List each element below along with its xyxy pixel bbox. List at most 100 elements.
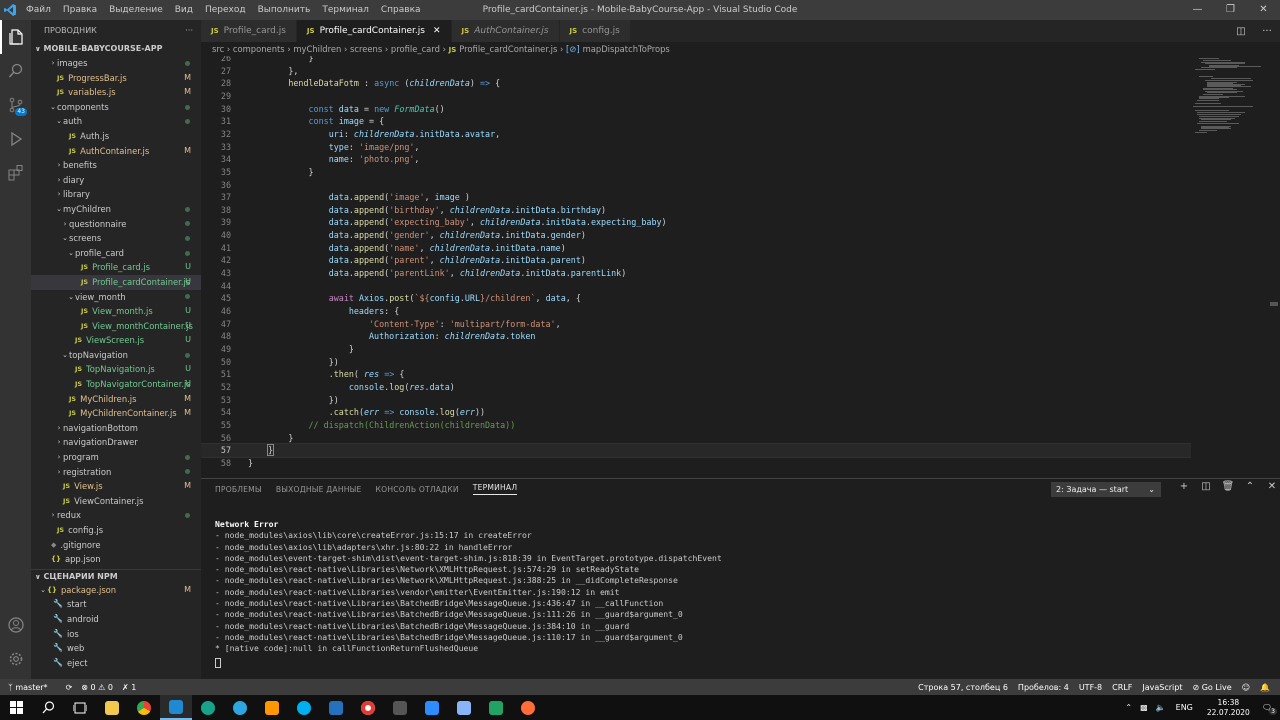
menu-item[interactable]: Файл (20, 0, 57, 20)
notifications-icon[interactable]: 🗨 3 (1262, 703, 1277, 715)
close-button[interactable]: ✕ (1247, 0, 1280, 20)
code-editor[interactable]: 26 } 27 }, 28 hendleDataFotm : async (chil… (201, 56, 1266, 471)
code-line[interactable]: 38 data.append('birthday', childrenData.… (201, 204, 1266, 217)
code-line[interactable]: 26 } (201, 56, 1266, 65)
problems-indicator[interactable]: ⊗ 0 ⚠ 0 (81, 683, 113, 692)
more-actions-icon[interactable]: ··· (185, 20, 193, 42)
network-icon[interactable]: ▩ (1140, 703, 1148, 712)
code-line[interactable]: 34 name: 'photo.png', (201, 153, 1266, 166)
tree-folder[interactable]: › library (31, 187, 201, 202)
code-line[interactable]: 36 (201, 179, 1266, 192)
editor-tab[interactable]: JS Profile_card.js (201, 20, 297, 42)
search-icon[interactable] (32, 695, 64, 720)
code-line[interactable]: 52 console.log(res.data) (201, 381, 1266, 394)
tree-file[interactable]: JS MyChildren.js M (31, 392, 201, 407)
tree-file[interactable]: JS config.js (31, 523, 201, 538)
tree-folder[interactable]: ⌄ view_month (31, 290, 201, 305)
sublime-icon[interactable] (256, 695, 288, 720)
tree-file[interactable]: JS ProgressBar.js M (31, 71, 201, 86)
run-debug-icon[interactable] (0, 122, 31, 156)
code-line[interactable]: 48 Authorization: childrenData.token (201, 330, 1266, 343)
source-control-icon[interactable]: 43 (0, 88, 31, 122)
maximize-panel-icon[interactable]: ⌃ (1239, 481, 1261, 492)
panel-tab[interactable]: ТЕРМИНАЛ (472, 483, 518, 495)
powershell-icon[interactable] (320, 695, 352, 720)
code-line[interactable]: 28 hendleDataFotm : async (childrenData)… (201, 77, 1266, 90)
code-line[interactable]: 51 .then( res => { (201, 368, 1266, 381)
npm-scripts-section-header[interactable]: ∨ СЦЕНАРИИ NPM (31, 568, 201, 583)
indentation[interactable]: Пробелов: 4 (1018, 683, 1069, 692)
encoding[interactable]: UTF-8 (1079, 683, 1102, 692)
lang-indicator[interactable]: ENG (1176, 703, 1193, 712)
breadcrumb-item[interactable]: components (233, 44, 285, 54)
tree-file[interactable]: 🔧 web (31, 641, 201, 656)
tree-folder[interactable]: ⌄ components (31, 100, 201, 115)
sync-icon[interactable]: ⟳ (66, 683, 73, 692)
split-terminal-icon[interactable]: ◫ (1195, 481, 1217, 492)
language-mode[interactable]: JavaScript (1142, 683, 1182, 692)
menu-item[interactable]: Выделение (103, 0, 169, 20)
tree-file[interactable]: 🔧 android (31, 612, 201, 627)
code-line[interactable]: 54 .catch(err => console.log(err)) (201, 406, 1266, 419)
code-line[interactable]: 58} (201, 457, 1266, 470)
cursor-position[interactable]: Строка 57, столбец 6 (918, 683, 1008, 692)
tree-file[interactable]: JS Profile_cardContainer.js U (31, 274, 201, 290)
account-icon[interactable] (0, 608, 31, 642)
panel-tab[interactable]: ВЫХОДНЫЕ ДАННЫЕ (276, 485, 362, 494)
explorer-icon[interactable] (0, 20, 31, 54)
new-terminal-icon[interactable]: + (1173, 481, 1195, 492)
branch-indicator[interactable]: ᛉ master* (8, 683, 57, 692)
end-of-line[interactable]: CRLF (1112, 683, 1132, 692)
restore-button[interactable]: ❐ (1214, 0, 1247, 20)
code-line[interactable]: 42 data.append('parent', childrenData.in… (201, 254, 1266, 267)
tree-folder[interactable]: ⌄ auth (31, 114, 201, 129)
code-line[interactable]: 37 data.append('image', image ) (201, 191, 1266, 204)
close-panel-icon[interactable]: ✕ (1261, 481, 1280, 492)
more-actions-icon[interactable]: ··· (1254, 26, 1280, 37)
code-line[interactable]: 55 // dispatch(ChildrenAction(childrenDa… (201, 419, 1266, 432)
record-icon[interactable] (352, 695, 384, 720)
chrome-icon[interactable] (128, 695, 160, 720)
tree-file[interactable]: {} app.json (31, 552, 201, 567)
code-line[interactable]: 39 data.append('expecting_baby', childre… (201, 216, 1266, 229)
editor-tab[interactable]: JS AuthContainer.js (451, 20, 560, 42)
code-line[interactable]: 41 data.append('name', childrenData.init… (201, 242, 1266, 255)
code-line[interactable]: 30 const data = new FormData() (201, 103, 1266, 116)
clock[interactable]: 16:38 22.07.2020 (1207, 698, 1250, 718)
panel-tab[interactable]: КОНСОЛЬ ОТЛАДКИ (376, 485, 459, 494)
code-line[interactable]: 33 type: 'image/png', (201, 141, 1266, 154)
editor-tab[interactable]: JS config.js (559, 20, 631, 42)
breadcrumb-item[interactable]: src (212, 44, 224, 54)
tree-file[interactable]: JS View_monthContainer.js U (31, 319, 201, 334)
tree-file[interactable]: ⌄{} package.json M (31, 583, 201, 598)
tree-file[interactable]: JS variables.js M (31, 85, 201, 100)
menu-item[interactable]: Справка (375, 0, 427, 20)
tree-file[interactable]: 🔧 eject (31, 656, 201, 671)
code-line[interactable]: 43 data.append('parentLink', childrenDat… (201, 267, 1266, 280)
code-line[interactable]: 45 await Axios.post(`${config.URL}/child… (201, 292, 1266, 305)
telegram-icon[interactable] (224, 695, 256, 720)
tree-folder[interactable]: › questionnaire (31, 217, 201, 232)
code-line[interactable]: 29 (201, 90, 1266, 103)
code-line[interactable]: 44 (201, 280, 1266, 293)
menu-item[interactable]: Правка (57, 0, 103, 20)
code-line[interactable]: 31 const image = { (201, 115, 1266, 128)
code-line[interactable]: 40 data.append('gender', childrenData.in… (201, 229, 1266, 242)
zoom-icon[interactable] (416, 695, 448, 720)
skype-icon[interactable] (288, 695, 320, 720)
tree-file[interactable]: JS ViewContainer.js (31, 494, 201, 509)
tree-folder[interactable]: › redux (31, 508, 201, 523)
code-line[interactable]: 46 headers: { (201, 305, 1266, 318)
tree-file[interactable]: JS MyChildrenContainer.js M (31, 406, 201, 421)
chevron-up-icon[interactable]: ⌃ (1125, 703, 1132, 712)
terminal-output[interactable]: Network Error - node_modules\axios\lib\co… (215, 519, 722, 655)
tree-file[interactable]: JS TopNavigation.js U (31, 362, 201, 377)
editor-scrollbar[interactable] (1266, 56, 1280, 471)
tree-folder[interactable]: › navigationBottom (31, 421, 201, 436)
close-tab-icon[interactable]: ✕ (433, 20, 441, 42)
file-explorer-icon[interactable] (96, 695, 128, 720)
postman-icon[interactable] (512, 695, 544, 720)
code-line[interactable]: 50 }) (201, 356, 1266, 369)
minimize-button[interactable]: — (1181, 0, 1214, 20)
gitkraken-icon[interactable] (192, 695, 224, 720)
